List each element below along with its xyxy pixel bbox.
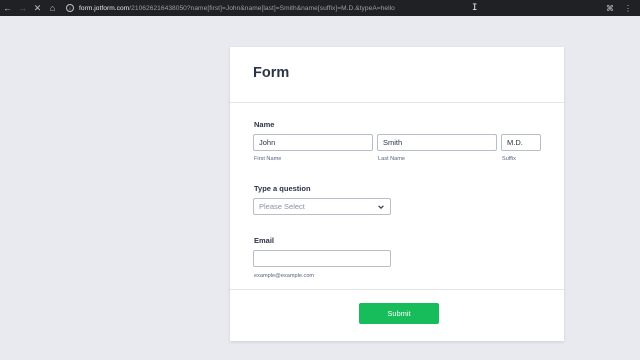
first-name-input[interactable]: John (253, 134, 373, 151)
email-sublabel: example@example.com (254, 273, 315, 279)
select-placeholder: Please Select (259, 202, 305, 211)
browser-toolbar: ← → ✕ ⌂ i form.jotform.com/2106262164380… (0, 0, 640, 16)
suffix-sublabel: Suffix (502, 156, 516, 162)
last-name-sublabel: Last Name (378, 156, 406, 162)
back-icon[interactable]: ← (0, 0, 15, 16)
home-icon[interactable]: ⌂ (45, 0, 60, 16)
info-icon[interactable]: i (66, 4, 74, 12)
name-label: Name (254, 120, 275, 129)
email-input[interactable] (253, 250, 391, 267)
form-title: Form (253, 65, 290, 81)
forward-icon[interactable]: → (15, 0, 30, 16)
last-name-input[interactable]: Smith (377, 134, 497, 151)
chevron-down-icon (378, 205, 384, 209)
email-label: Email (254, 236, 275, 245)
text-cursor-icon: I (472, 3, 478, 13)
url-path: /210626216438050?name[first]=John&name[l… (129, 4, 395, 12)
menu-icon[interactable]: ⋮ (624, 4, 632, 13)
first-name-sublabel: First Name (254, 156, 282, 162)
url-host: form.jotform.com (79, 4, 130, 12)
form-card: Form Name John Smith M.D. First Name Las… (230, 47, 564, 341)
footer-divider (230, 289, 564, 290)
suffix-input[interactable]: M.D. (501, 134, 541, 151)
submit-button[interactable]: Submit (359, 303, 439, 324)
extensions-icon[interactable]: ⌘ (606, 4, 614, 13)
address-bar[interactable]: i form.jotform.com/210626216438050?name[… (66, 4, 395, 12)
question-label: Type a question (254, 184, 311, 193)
question-select[interactable]: Please Select (253, 198, 391, 215)
close-icon[interactable]: ✕ (30, 0, 45, 16)
